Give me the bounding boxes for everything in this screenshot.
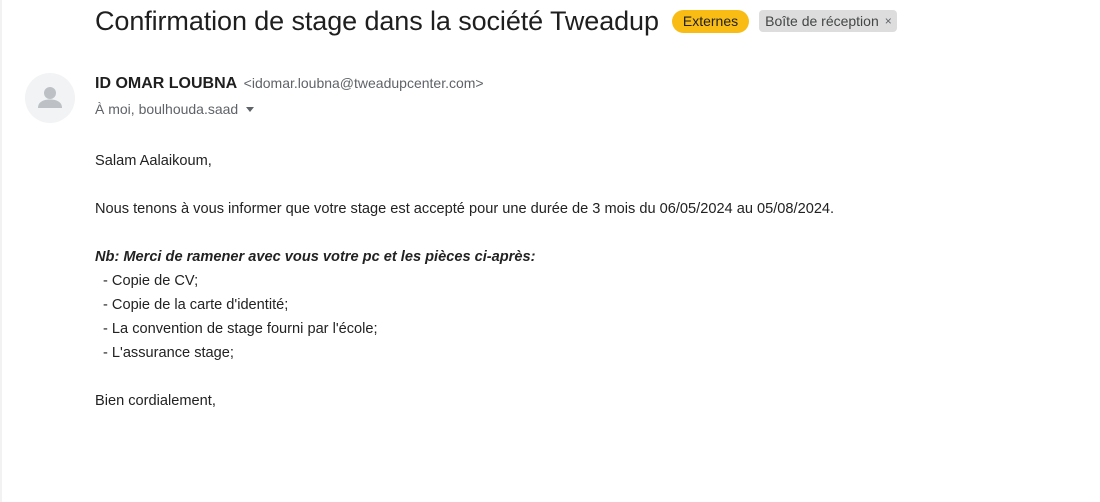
list-item: - Copie de la carte d'identité; <box>103 297 289 313</box>
closing: Bien cordialement, <box>95 393 216 409</box>
email-view: Confirmation de stage dans la société Tw… <box>0 0 1100 502</box>
close-icon[interactable]: × <box>885 10 892 32</box>
label-inbox[interactable]: Boîte de réception × <box>759 10 897 32</box>
nb-note: Nb: Merci de ramener avec vous votre pc … <box>95 249 536 265</box>
sender-row: ID OMAR LOUBNA <idomar.loubna@tweadupcen… <box>95 75 484 93</box>
label-inbox-text: Boîte de réception <box>765 13 879 29</box>
email-body: Salam Aalaikoum, Nous tenons à vous info… <box>95 149 834 413</box>
person-icon <box>38 87 62 108</box>
email-subject: Confirmation de stage dans la société Tw… <box>95 5 659 36</box>
list-item: - La convention de stage fourni par l'éc… <box>103 321 378 337</box>
subject-row: Confirmation de stage dans la société Tw… <box>95 3 897 39</box>
recipients-row: À moi, boulhouda.saad <box>95 101 255 117</box>
caret-down-icon[interactable] <box>246 106 255 112</box>
sender-email: <idomar.loubna@tweadupcenter.com> <box>243 75 484 91</box>
list-item: - Copie de CV; <box>103 273 199 289</box>
recipients: À moi, boulhouda.saad <box>95 101 239 117</box>
sender-name[interactable]: ID OMAR LOUBNA <box>95 75 237 92</box>
body-paragraph: Nous tenons à vous informer que votre st… <box>95 201 835 217</box>
greeting: Salam Aalaikoum, <box>95 153 212 169</box>
label-externes[interactable]: Externes <box>671 9 750 33</box>
list-item: - L'assurance stage; <box>103 345 234 361</box>
avatar[interactable] <box>25 73 75 123</box>
